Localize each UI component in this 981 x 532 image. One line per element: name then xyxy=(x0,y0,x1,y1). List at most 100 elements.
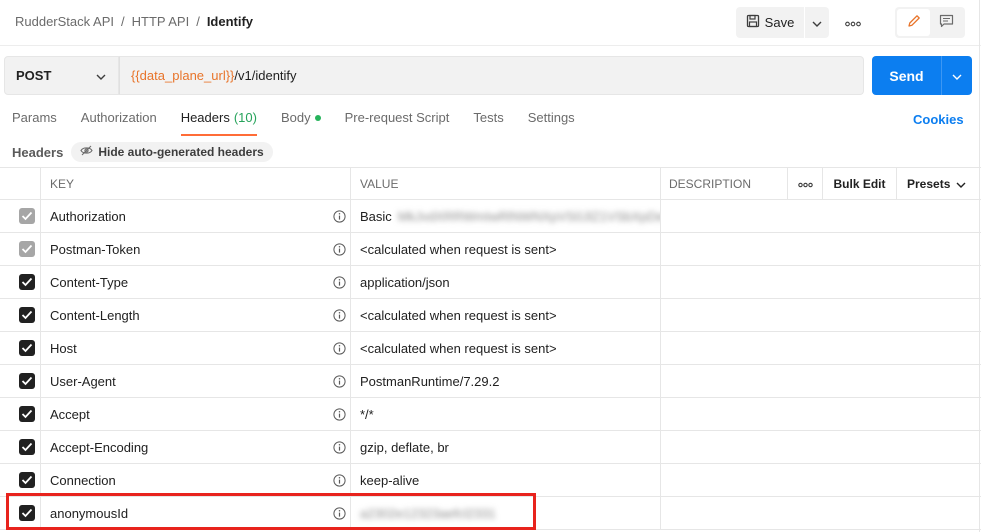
breadcrumb-collection[interactable]: RudderStack API xyxy=(15,14,114,29)
row-checkbox[interactable] xyxy=(19,307,35,323)
info-icon[interactable] xyxy=(333,375,346,388)
info-icon[interactable] xyxy=(333,276,346,289)
tab-authorization[interactable]: Authorization xyxy=(81,110,157,136)
method-select[interactable]: POST xyxy=(4,56,119,95)
info-icon[interactable] xyxy=(333,408,346,421)
header-description-cell[interactable] xyxy=(660,464,981,496)
header-description-cell[interactable] xyxy=(660,365,981,397)
info-icon[interactable] xyxy=(333,474,346,487)
row-checkbox[interactable] xyxy=(19,439,35,455)
header-description-cell[interactable] xyxy=(660,266,981,298)
header-value-cell[interactable]: PostmanRuntime/7.29.2 xyxy=(350,365,660,397)
breadcrumb-request-name[interactable]: Identify xyxy=(207,14,253,29)
header-key-cell[interactable]: Host xyxy=(40,332,350,364)
header-key-text: Accept-Encoding xyxy=(50,439,149,455)
panel-divider xyxy=(979,0,980,532)
tab-params[interactable]: Params xyxy=(12,110,57,136)
header-key-cell[interactable]: Accept-Encoding xyxy=(40,431,350,463)
table-row: anonymousId a2302e12323aefcl2331 xyxy=(0,497,981,530)
header-value-cell[interactable]: application/json xyxy=(350,266,660,298)
header-description-cell[interactable] xyxy=(660,398,981,430)
save-button[interactable]: Save xyxy=(736,7,804,38)
header-value-cell[interactable]: */* xyxy=(350,398,660,430)
checkmark-icon xyxy=(21,308,33,323)
info-icon[interactable] xyxy=(333,243,346,256)
eye-off-icon xyxy=(80,145,93,159)
header-key-cell[interactable]: Content-Length xyxy=(40,299,350,331)
bulk-edit-button[interactable]: Bulk Edit xyxy=(822,168,896,200)
save-options-button[interactable] xyxy=(805,7,829,38)
comments-button[interactable] xyxy=(930,9,963,36)
presets-dropdown[interactable]: Presets xyxy=(896,168,981,200)
row-checkbox[interactable] xyxy=(19,406,35,422)
header-description-cell[interactable] xyxy=(660,332,981,364)
edit-mode-button[interactable] xyxy=(897,9,930,36)
header-description-cell[interactable] xyxy=(660,497,981,529)
chevron-down-icon xyxy=(952,68,962,83)
header-key-cell[interactable]: Accept xyxy=(40,398,350,430)
tab-pre-request-script[interactable]: Pre-request Script xyxy=(345,110,450,136)
header-key-cell[interactable]: Content-Type xyxy=(40,266,350,298)
header-key-text: User-Agent xyxy=(50,373,116,389)
header-key-cell[interactable]: User-Agent xyxy=(40,365,350,397)
tab-settings[interactable]: Settings xyxy=(528,110,575,136)
row-checkbox[interactable] xyxy=(19,274,35,290)
header-value-text: gzip, deflate, br xyxy=(360,439,449,455)
header-value-cell[interactable]: keep-alive xyxy=(350,464,660,496)
header-description-cell[interactable] xyxy=(660,233,981,265)
header-key-cell[interactable]: Connection xyxy=(40,464,350,496)
header-value-cell[interactable]: Basic MkJvdXRRWmIwRlNWNXpVS0JlZ1VSbXpDeE1… xyxy=(350,200,660,232)
table-body: Authorization Basic MkJvdXRRWmIwRlNWNXpVS0… xyxy=(0,200,981,530)
table-row: Accept */* xyxy=(0,398,981,431)
breadcrumb-folder[interactable]: HTTP API xyxy=(132,14,190,29)
info-icon[interactable] xyxy=(333,507,346,520)
tab-label: Tests xyxy=(473,110,504,125)
chevron-down-icon xyxy=(956,177,966,191)
tab-tests[interactable]: Tests xyxy=(473,110,503,136)
header-value-cell[interactable]: <calculated when request is sent> xyxy=(350,299,660,331)
cookies-link[interactable]: Cookies xyxy=(913,112,964,127)
header-description-cell[interactable] xyxy=(660,299,981,331)
info-icon[interactable] xyxy=(333,342,346,355)
url-input[interactable]: {{data_plane_url}}/v1/identify xyxy=(119,56,864,95)
checkmark-icon xyxy=(21,374,33,389)
header-value-cell[interactable]: gzip, deflate, br xyxy=(350,431,660,463)
header-value-cell[interactable]: <calculated when request is sent> xyxy=(350,233,660,265)
table-row: User-Agent PostmanRuntime/7.29.2 xyxy=(0,365,981,398)
column-options-button[interactable] xyxy=(787,168,822,200)
row-checkbox[interactable] xyxy=(19,373,35,389)
header-key-cell[interactable]: Authorization xyxy=(40,200,350,232)
table-row: Accept-Encoding gzip, deflate, br xyxy=(0,431,981,464)
more-options-button[interactable] xyxy=(843,13,863,31)
tab-label: Authorization xyxy=(80,110,157,125)
header-key-cell[interactable]: anonymousId xyxy=(40,497,350,529)
header-description-cell[interactable] xyxy=(660,431,981,463)
row-checkbox[interactable] xyxy=(19,340,35,356)
tab-headers[interactable]: Headers (10) xyxy=(180,110,258,136)
top-bar: RudderStack API / HTTP API / Identify Sa… xyxy=(0,0,981,46)
send-options-button[interactable] xyxy=(941,56,972,95)
row-checkbox-cell xyxy=(0,365,40,397)
row-checkbox[interactable] xyxy=(19,505,35,521)
info-icon[interactable] xyxy=(333,210,346,223)
header-key-text: Accept xyxy=(50,406,90,422)
pencil-icon xyxy=(907,14,921,31)
row-checkbox[interactable] xyxy=(19,208,35,224)
redacted-value: a2302e12323aefcl2331 xyxy=(360,505,496,521)
header-value-cell[interactable]: a2302e12323aefcl2331 xyxy=(350,497,660,529)
comment-icon xyxy=(939,14,954,31)
hide-auto-generated-button[interactable]: Hide auto-generated headers xyxy=(71,142,273,162)
send-button[interactable]: Send xyxy=(872,56,941,95)
info-icon[interactable] xyxy=(333,441,346,454)
chevron-down-icon xyxy=(96,68,106,83)
header-value-cell[interactable]: <calculated when request is sent> xyxy=(350,332,660,364)
row-checkbox[interactable] xyxy=(19,241,35,257)
row-checkbox[interactable] xyxy=(19,472,35,488)
value-column-header: VALUE xyxy=(350,168,660,200)
tab-count: (10) xyxy=(233,110,257,125)
info-icon[interactable] xyxy=(333,309,346,322)
header-description-cell[interactable] xyxy=(660,200,981,232)
header-value-text: PostmanRuntime/7.29.2 xyxy=(360,373,500,389)
tab-body[interactable]: Body xyxy=(281,110,321,136)
header-key-cell[interactable]: Postman-Token xyxy=(40,233,350,265)
